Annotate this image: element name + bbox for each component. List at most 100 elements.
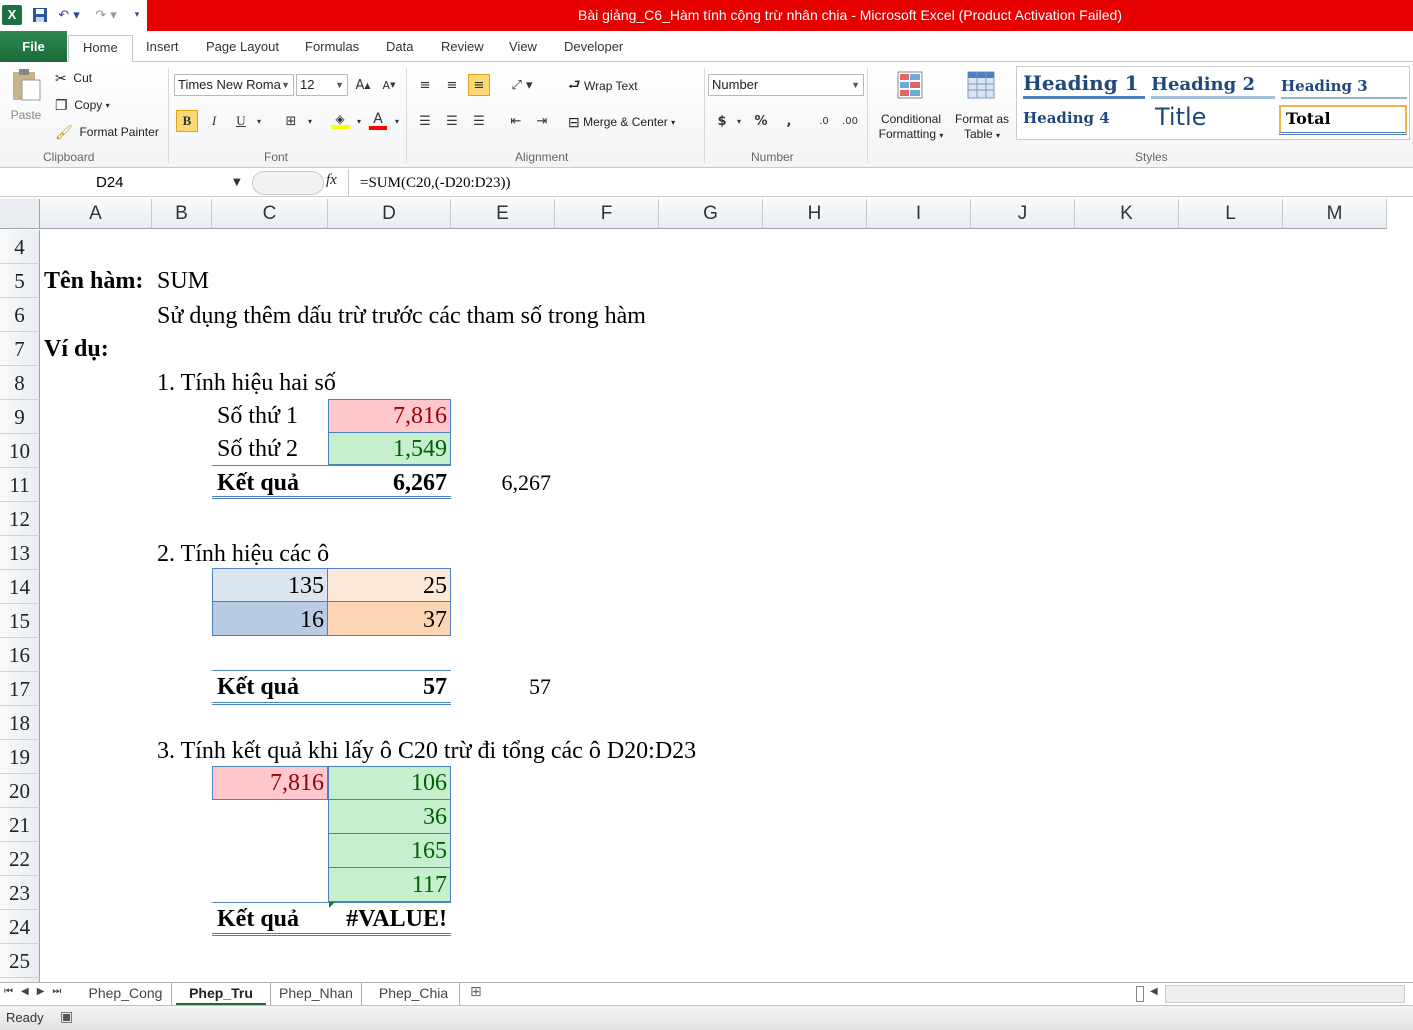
row-header-7[interactable]: 7: [0, 332, 40, 366]
redo-icon[interactable]: ↷ ▾: [92, 4, 120, 26]
italic-button[interactable]: I: [203, 110, 225, 132]
insert-sheet-icon[interactable]: ⊞: [470, 984, 482, 1000]
align-bottom-icon[interactable]: ≡: [468, 74, 490, 96]
row-header-17[interactable]: 17: [0, 672, 40, 706]
cell-b8[interactable]: 1. Tính hiệu hai số: [157, 366, 336, 400]
row-header-21[interactable]: 21: [0, 808, 40, 842]
shrink-font-icon[interactable]: A ▼: [378, 74, 400, 96]
cell-c20[interactable]: 7,816: [212, 766, 328, 800]
sheet-tab-phep-chia[interactable]: Phep_Chia: [368, 983, 460, 1005]
underline-button[interactable]: U: [230, 110, 252, 132]
increase-indent-icon[interactable]: ⇥: [531, 110, 553, 132]
style-heading-2[interactable]: Heading 2: [1151, 74, 1275, 99]
cell-d24[interactable]: #VALUE!: [328, 902, 451, 936]
tab-file[interactable]: File: [0, 31, 67, 62]
grow-font-icon[interactable]: A ▲: [352, 74, 374, 96]
style-total[interactable]: Total: [1279, 105, 1407, 135]
worksheet-grid[interactable]: ABCDEFGHIJKLM 4 5 6 7 8 9 10 11 12 13 14 15 16 17 18 19…: [0, 199, 1413, 982]
row-header-23[interactable]: 23: [0, 876, 40, 910]
decrease-decimal-icon[interactable]: .00: [839, 110, 861, 132]
sheet-nav-icons[interactable]: ⏮◀▶⏭: [4, 986, 69, 997]
conditional-formatting-button[interactable]: Conditional Formatting ▾: [872, 70, 950, 141]
row-header-10[interactable]: 10: [0, 434, 40, 468]
cell-d11[interactable]: 6,267: [328, 466, 451, 500]
row-header-18[interactable]: 18: [0, 706, 40, 740]
cell-e11[interactable]: 6,267: [451, 466, 555, 500]
cell-d22[interactable]: 165: [328, 834, 451, 868]
formula-input[interactable]: =SUM(C20,(-D20:D23)): [360, 171, 511, 195]
cell-b5[interactable]: SUM: [157, 264, 209, 298]
scroll-left-icon[interactable]: ◀: [1150, 986, 1158, 997]
comma-button[interactable]: ,: [778, 110, 800, 132]
tab-home[interactable]: Home: [68, 35, 133, 63]
currency-button[interactable]: $: [711, 110, 733, 132]
font-color-dropdown[interactable]: ▾: [390, 110, 404, 132]
align-middle-icon[interactable]: ≡: [441, 74, 463, 96]
cell-d9[interactable]: 7,816: [328, 399, 451, 433]
horizontal-scrollbar[interactable]: [1165, 985, 1405, 1003]
underline-dropdown[interactable]: ▾: [252, 110, 266, 132]
row-header-22[interactable]: 22: [0, 842, 40, 876]
tab-view[interactable]: View: [509, 35, 537, 62]
font-size-combo[interactable]: 12 ▼: [296, 74, 348, 96]
borders-icon[interactable]: ⊞: [280, 110, 302, 132]
sheet-tab-phep-tru[interactable]: Phep_Tru: [176, 983, 266, 1005]
row-header-19[interactable]: 19: [0, 740, 40, 774]
cell-b19[interactable]: 3. Tính kết quả khi lấy ô C20 trừ đi tổn…: [157, 734, 696, 768]
cell-c10[interactable]: Số thứ 2: [217, 432, 298, 466]
column-header-e[interactable]: E: [451, 199, 555, 229]
excel-icon[interactable]: X: [2, 5, 22, 25]
cell-d15[interactable]: 37: [328, 603, 451, 637]
sheet-tab-phep-nhan[interactable]: Phep_Nhan: [270, 983, 362, 1005]
fill-color-dropdown[interactable]: ▾: [352, 110, 366, 132]
cell-a7[interactable]: Ví dụ:: [44, 332, 109, 366]
cell-d10[interactable]: 1,549: [328, 432, 451, 466]
font-name-combo[interactable]: Times New Roma ▼: [174, 74, 294, 96]
number-format-combo[interactable]: Number ▼: [708, 74, 864, 96]
tab-data[interactable]: Data: [386, 35, 413, 62]
column-header-m[interactable]: M: [1283, 199, 1387, 229]
row-header-25[interactable]: 25: [0, 944, 40, 978]
format-as-table-button[interactable]: Format as Table ▾: [950, 70, 1014, 141]
row-header-12[interactable]: 12: [0, 502, 40, 536]
cell-c9[interactable]: Số thứ 1: [217, 399, 298, 433]
borders-dropdown[interactable]: ▾: [303, 110, 317, 132]
cut-button[interactable]: ✂ Cut: [55, 68, 92, 88]
row-header-8[interactable]: 8: [0, 366, 40, 400]
select-all-corner[interactable]: [0, 199, 40, 229]
cell-c14[interactable]: 135: [212, 569, 328, 603]
cell-d14[interactable]: 25: [328, 569, 451, 603]
format-painter-button[interactable]: 🖌 Format Painter: [55, 122, 159, 142]
align-center-icon[interactable]: ☰: [441, 110, 463, 132]
cell-c17[interactable]: Kết quả: [217, 670, 299, 704]
merge-center-button[interactable]: ⊟ Merge & Center ▾: [568, 112, 675, 132]
fill-color-icon[interactable]: ◈: [329, 110, 351, 132]
save-icon[interactable]: [30, 4, 50, 26]
cell-d17[interactable]: 57: [328, 670, 451, 704]
row-header-24[interactable]: 24: [0, 910, 40, 944]
decrease-indent-icon[interactable]: ⇤: [505, 110, 527, 132]
tab-insert[interactable]: Insert: [146, 35, 179, 62]
row-header-9[interactable]: 9: [0, 400, 40, 434]
cell-e17[interactable]: 57: [451, 670, 555, 704]
column-header-i[interactable]: I: [867, 199, 971, 229]
row-header-13[interactable]: 13: [0, 536, 40, 570]
macro-record-icon[interactable]: ▣: [60, 1009, 73, 1025]
row-header-4[interactable]: 4: [0, 230, 40, 264]
cell-d21[interactable]: 36: [328, 800, 451, 834]
column-header-d[interactable]: D: [328, 199, 451, 229]
tab-formulas[interactable]: Formulas: [305, 35, 359, 62]
cell-a5[interactable]: Tên hàm:: [44, 264, 143, 298]
tab-review[interactable]: Review: [441, 35, 484, 62]
column-header-a[interactable]: A: [40, 199, 152, 229]
row-header-20[interactable]: 20: [0, 774, 40, 808]
cell-b6[interactable]: Sử dụng thêm dấu trừ trước các tham số t…: [157, 299, 646, 333]
align-left-icon[interactable]: ☰: [414, 110, 436, 132]
hscroll-splitter[interactable]: [1136, 986, 1144, 1002]
align-right-icon[interactable]: ☰: [468, 110, 490, 132]
tab-developer[interactable]: Developer: [564, 35, 623, 62]
style-heading-4[interactable]: Heading 4: [1023, 109, 1145, 133]
cell-c24[interactable]: Kết quả: [217, 902, 299, 936]
name-box[interactable]: D24: [0, 171, 248, 195]
sheet-tab-phep-cong[interactable]: Phep_Cong: [80, 983, 172, 1005]
